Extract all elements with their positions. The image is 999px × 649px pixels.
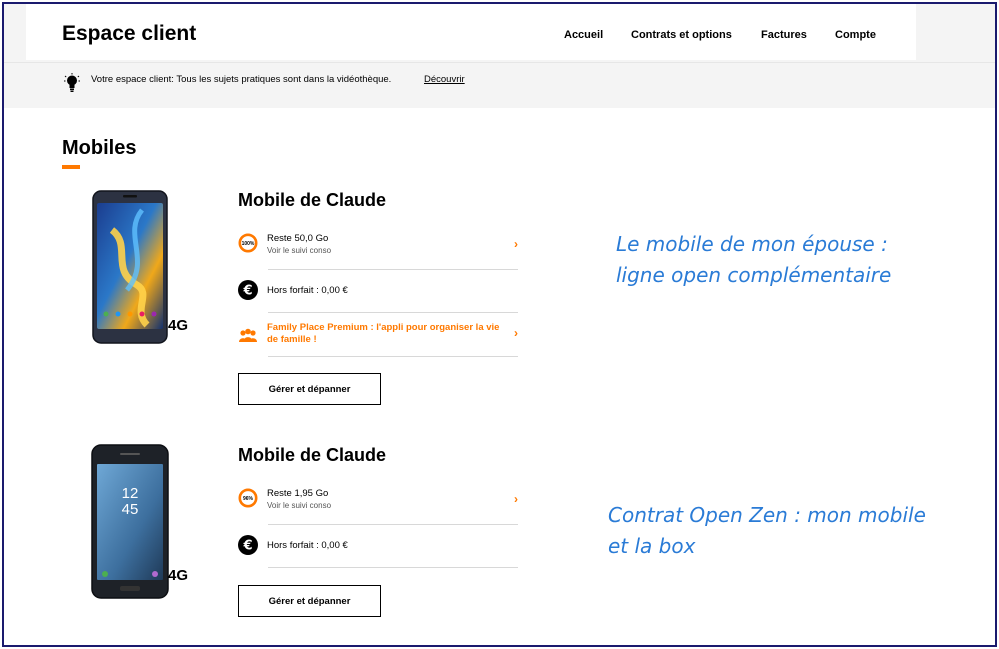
phone-image <box>92 190 168 344</box>
mobile-title: Mobile de Claude <box>238 445 387 465</box>
data-gauge-label: 96% <box>243 496 254 502</box>
network-badge: 4G <box>168 317 189 334</box>
chevron-right-icon: › <box>514 492 518 506</box>
data-gauge-label: 100% <box>242 241 255 247</box>
extra-charges: Hors forfait : 0,00 € <box>267 540 348 551</box>
chevron-right-icon: › <box>514 326 518 340</box>
nav-contrats[interactable]: Contrats et options <box>631 29 732 41</box>
phone-clock-minute: 45 <box>122 501 139 518</box>
usage-link[interactable]: Voir le suivi conso <box>267 246 331 255</box>
annotation-note: Contrat Open Zen : mon mobile et la box <box>608 500 926 562</box>
promo-row[interactable]: Family Place Premium : l'appli pour orga… <box>238 313 518 356</box>
divider <box>268 567 518 568</box>
nav-compte[interactable]: Compte <box>835 29 876 41</box>
extra-charges-row: € Hors forfait : 0,00 € <box>238 525 518 568</box>
data-usage-row[interactable]: 96% Reste 1,95 Go Voir le suivi conso › <box>238 482 518 525</box>
phone-clock-hour: 12 <box>122 485 139 502</box>
extra-charges: Hors forfait : 0,00 € <box>267 285 348 296</box>
annotation-line: ligne open complémentaire <box>616 263 892 287</box>
brand-title[interactable]: Espace client <box>62 22 196 46</box>
manage-button[interactable]: Gérer et dépanner <box>238 585 381 617</box>
chevron-right-icon: › <box>514 237 518 251</box>
info-banner: Votre espace client: Tous les sujets pra… <box>4 62 995 108</box>
extra-charges-row: € Hors forfait : 0,00 € <box>238 270 518 313</box>
svg-text:€: € <box>242 539 252 554</box>
banner-text: Votre espace client: Tous les sujets pra… <box>91 74 392 85</box>
lightbulb-icon <box>64 73 80 92</box>
family-icon <box>239 328 257 342</box>
euro-icon: € <box>238 280 258 300</box>
annotation-line: Contrat Open Zen : mon mobile <box>608 503 926 527</box>
data-gauge-icon: 100% <box>238 233 258 253</box>
euro-icon: € <box>238 535 258 555</box>
network-badge: 4G <box>168 567 189 584</box>
annotation-line: et la box <box>608 534 696 558</box>
nav-factures[interactable]: Factures <box>761 29 807 41</box>
manage-button[interactable]: Gérer et dépanner <box>238 373 381 405</box>
banner-discover-link[interactable]: Découvrir <box>424 74 465 85</box>
mobile-title: Mobile de Claude <box>238 190 387 210</box>
annotation-line: Le mobile de mon épouse : <box>616 232 888 256</box>
data-remaining: Reste 1,95 Go <box>267 488 329 499</box>
nav-accueil[interactable]: Accueil <box>564 29 603 41</box>
divider <box>268 356 518 357</box>
data-usage-row[interactable]: 100% Reste 50,0 Go Voir le suivi conso › <box>238 227 518 270</box>
usage-link[interactable]: Voir le suivi conso <box>267 501 331 510</box>
section-title-underline <box>62 165 80 169</box>
svg-text:€: € <box>242 284 252 299</box>
data-remaining: Reste 50,0 Go <box>267 233 329 244</box>
section-title: Mobiles <box>62 137 137 159</box>
promo-text: Family Place Premium : l'appli pour orga… <box>267 322 500 345</box>
phone-image: 12 45 <box>91 444 169 599</box>
screenshot-frame: Espace client Accueil Contrats et option… <box>2 2 997 647</box>
data-gauge-icon: 96% <box>238 488 258 508</box>
annotation-note: Le mobile de mon épouse : ligne open com… <box>616 229 891 291</box>
